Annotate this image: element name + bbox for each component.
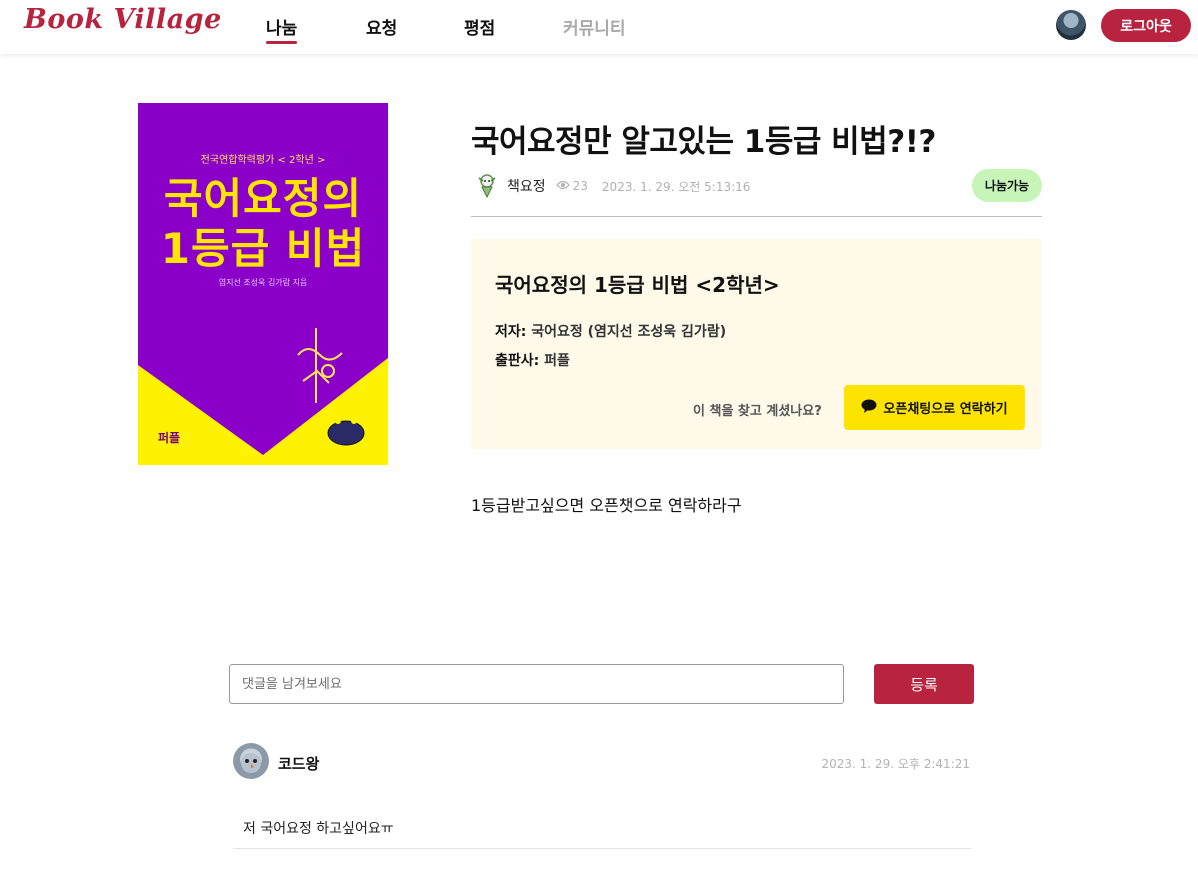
comment-text: 저 국어요정 하고싶어요ㅠ (243, 821, 394, 837)
eye-icon (555, 179, 570, 193)
post-title: 국어요정만 알고있는 1등급 비법?!? (471, 124, 936, 160)
comment-author[interactable]: 코드왕 (278, 753, 319, 774)
speech-bubble-icon (861, 399, 877, 417)
book-title: 국어요정의 1등급 비법 <2학년> (495, 273, 780, 297)
post-body: 1등급받고싶으면 오픈챗으로 연락하라구 (471, 496, 742, 515)
publisher-value: 퍼플 (544, 353, 570, 369)
comment-date: 2023. 1. 29. 오후 2:41:21 (821, 757, 971, 771)
comment-divider (233, 848, 971, 849)
logout-button[interactable]: 로그아웃 (1101, 9, 1191, 42)
comment-submit-button[interactable]: 등록 (874, 664, 974, 704)
view-count: 23 (572, 179, 588, 193)
post-author[interactable]: 책요정 (507, 176, 546, 196)
book-cover-image: 전국연합학력평가 < 2학년 > 국어요정의 1등급 비법 염지선 조성욱 김가… (138, 103, 388, 465)
book-info-box: 국어요정의 1등급 비법 <2학년> 저자: 국어요정 (염지선 조성욱 김가람… (471, 239, 1042, 449)
cover-title-line1: 국어요정의 (163, 174, 363, 223)
nav-share[interactable]: 나눔 (266, 14, 298, 44)
nav-request[interactable]: 요청 (366, 14, 397, 39)
status-badge: 나눔가능 (972, 169, 1042, 202)
author-key: 저자: (495, 324, 527, 340)
cover-title-line2: 1등급 비법 (160, 224, 366, 273)
author-value: 국어요정 (염지선 조성욱 김가람) (531, 324, 727, 340)
comment-input[interactable] (229, 664, 844, 704)
cover-publisher: 퍼플 (158, 431, 181, 445)
open-chat-button[interactable]: 오픈채팅으로 연락하기 (844, 385, 1025, 430)
logo[interactable]: Book Village (24, 4, 222, 35)
open-chat-label: 오픈채팅으로 연락하기 (883, 402, 1008, 417)
post-meta: 책요정 23 2023. 1. 29. 오전 5:13:16 (475, 172, 750, 200)
cover-subtitle: 전국연합학력평가 < 2학년 > (200, 155, 326, 166)
comment-avatar[interactable] (233, 743, 269, 779)
nav-rating[interactable]: 평점 (464, 14, 495, 39)
book-publisher-row: 출판사: 퍼플 (495, 350, 570, 370)
book-author-row: 저자: 국어요정 (염지선 조성욱 김가람) (495, 321, 726, 341)
title-divider (471, 216, 1042, 217)
post-date: 2023. 1. 29. 오전 5:13:16 (601, 179, 751, 194)
nav-community[interactable]: 커뮤니티 (563, 14, 626, 39)
cover-authors: 염지선 조성욱 김가람 지음 (218, 278, 308, 287)
top-header: Book Village 나눔 요청 평점 커뮤니티 로그아웃 (0, 0, 1198, 54)
ask-text: 이 책을 찾고 계셨나요? (693, 404, 822, 419)
user-avatar[interactable] (1056, 10, 1086, 40)
publisher-key: 출판사: (495, 353, 540, 369)
fairy-user-icon (475, 173, 499, 199)
